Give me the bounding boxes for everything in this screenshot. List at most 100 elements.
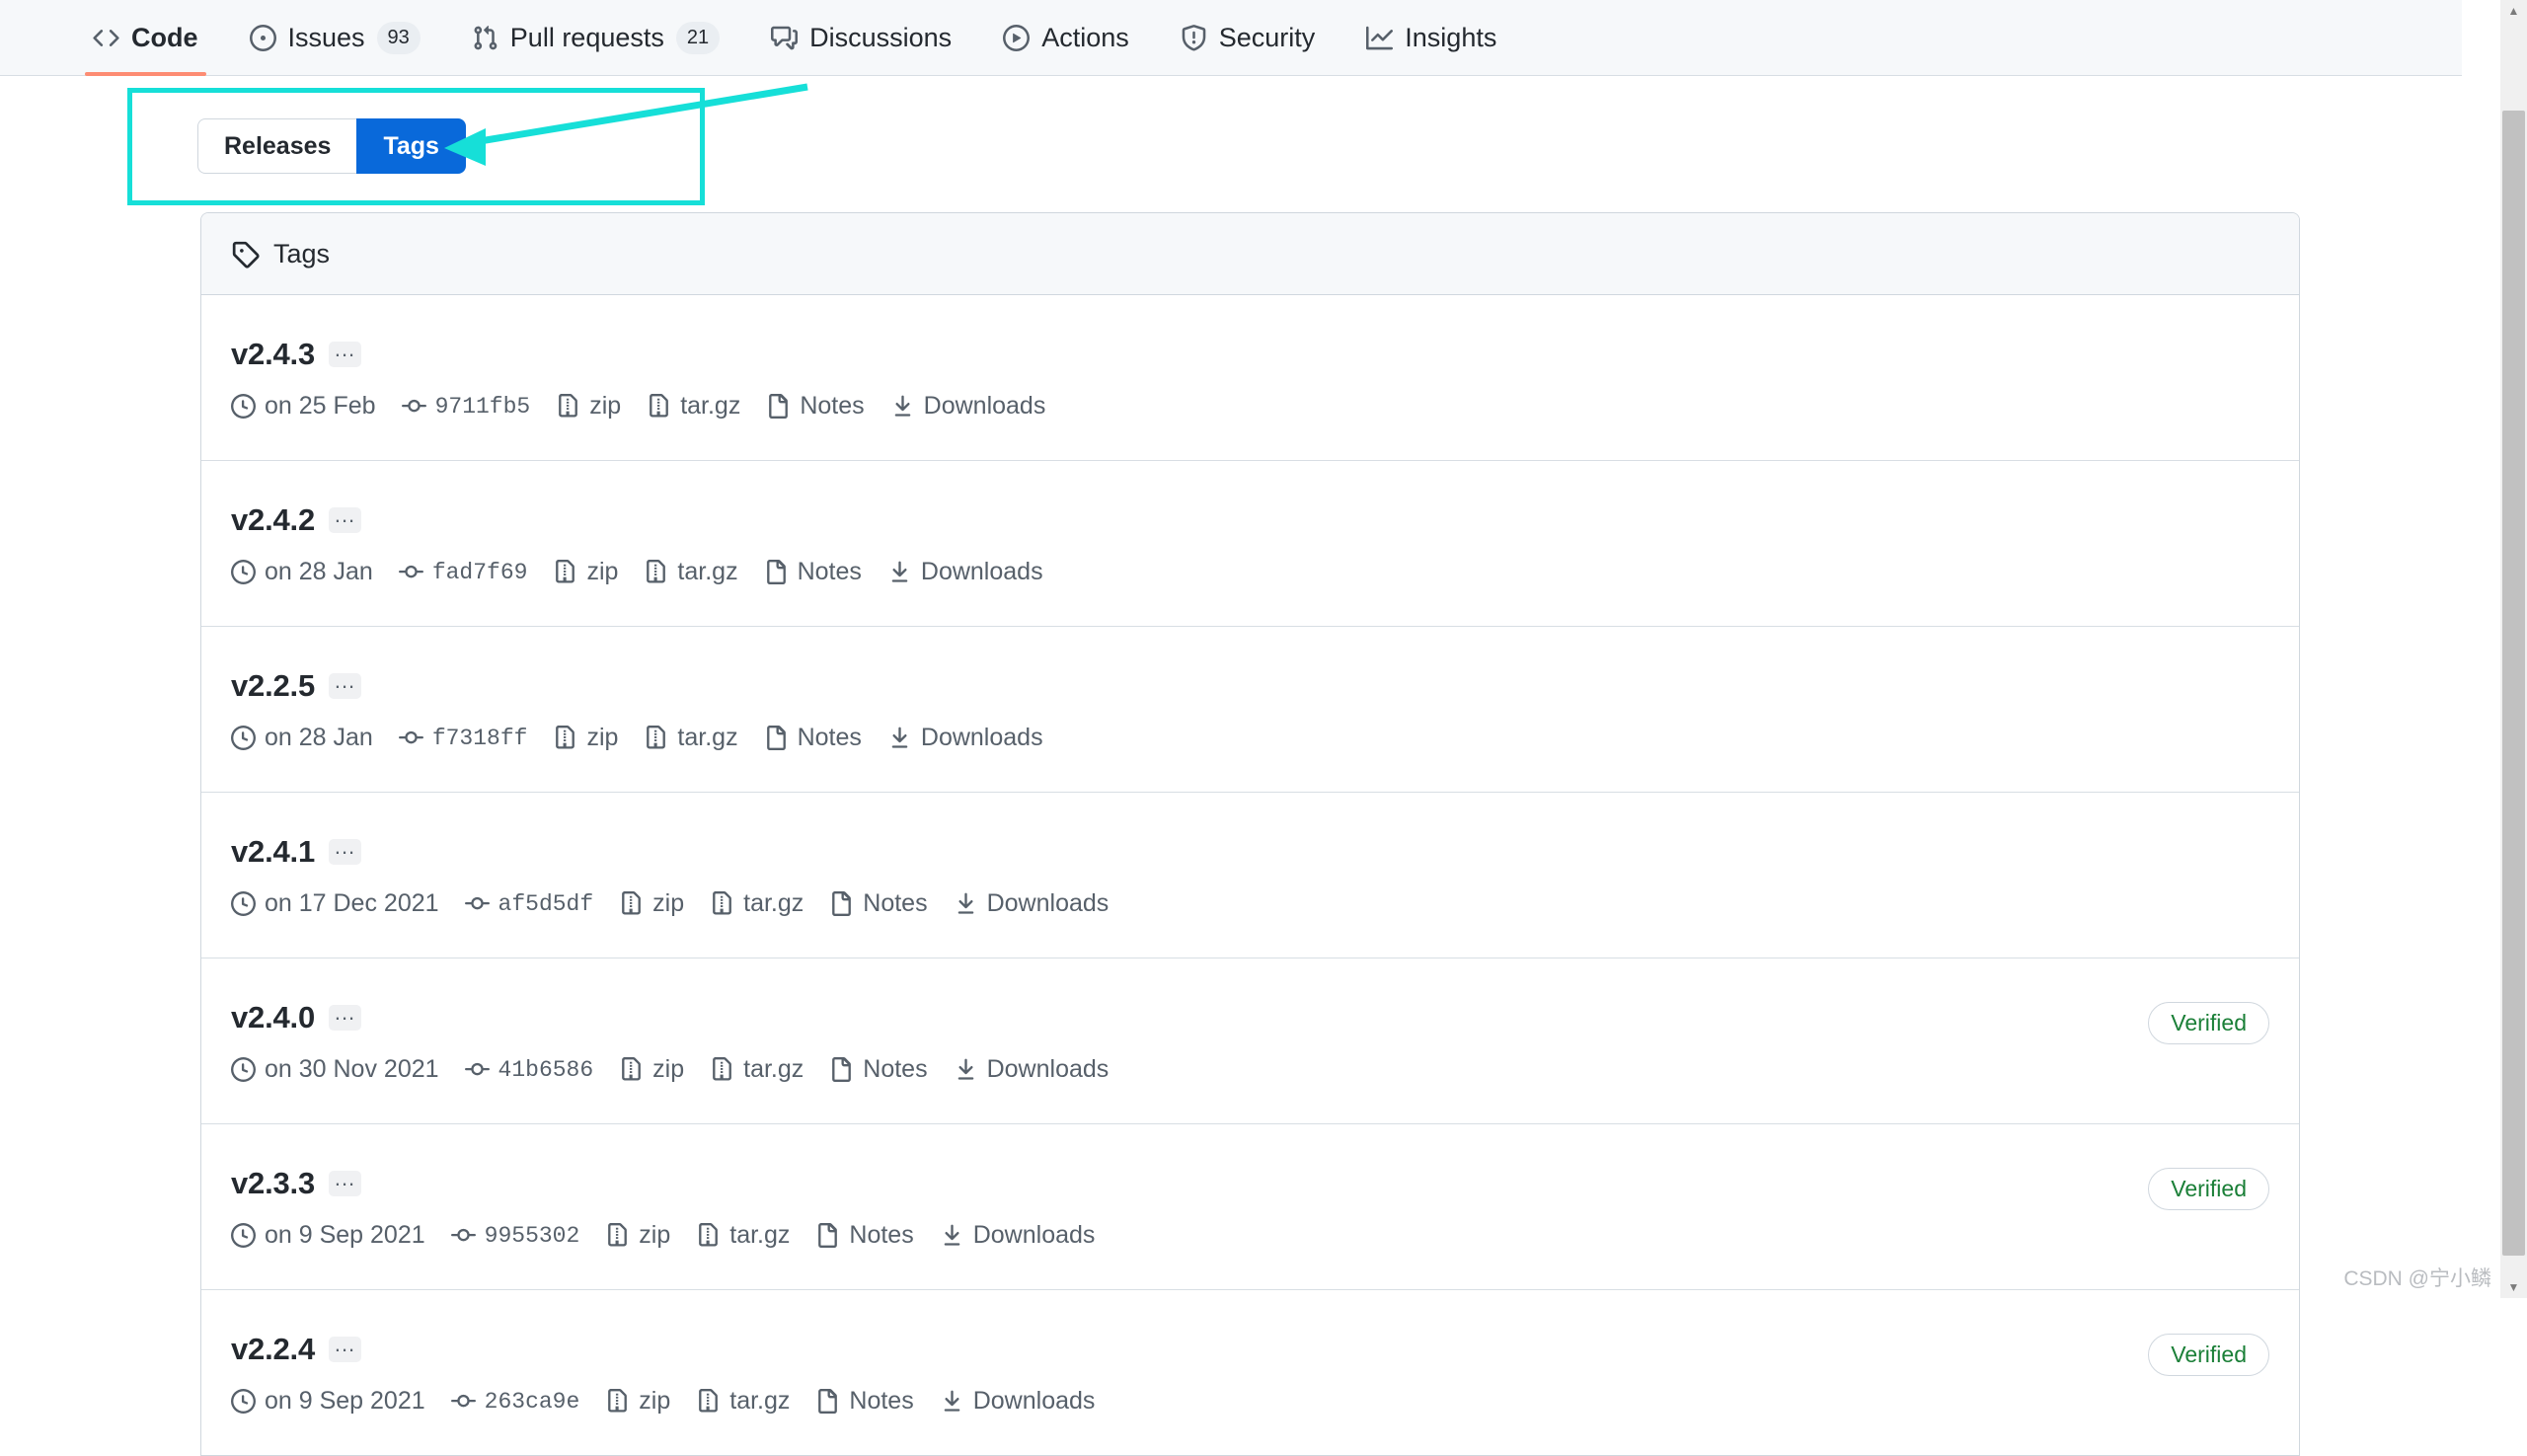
tag-name-link[interactable]: v2.3.3 (231, 1166, 315, 1201)
tag-meta-row: on 25 Feb 9711fb5 zip tar.gz Notes Downloads (231, 392, 2269, 421)
file-targz-meta[interactable]: tar.gz (710, 1055, 804, 1084)
notes-file-meta[interactable]: Notes (815, 1221, 913, 1250)
kebab-menu-icon[interactable]: ... (329, 839, 361, 865)
clock-icon (231, 891, 256, 916)
download-meta[interactable]: Downloads (887, 558, 1043, 586)
tag-name-link[interactable]: v2.4.1 (231, 834, 315, 870)
tag-date: on 17 Dec 2021 (231, 889, 439, 918)
file-targz-icon (710, 1057, 734, 1082)
meta-label: Downloads (924, 392, 1046, 421)
tag-meta-row: on 28 Jan fad7f69 zip tar.gz Notes Downloads (231, 558, 2269, 586)
nav-item-actions[interactable]: Actions (977, 0, 1155, 76)
notes-file-meta[interactable]: Notes (815, 1387, 913, 1416)
file-targz-meta[interactable]: tar.gz (710, 889, 804, 918)
meta-label: Downloads (973, 1221, 1096, 1250)
file-zip-meta[interactable]: zip (619, 889, 684, 918)
tag-commit[interactable]: 9955302 (451, 1223, 580, 1249)
file-zip-icon (553, 560, 577, 584)
kebab-menu-icon[interactable]: ... (329, 342, 361, 367)
meta-label: tar.gz (729, 1387, 790, 1416)
download-icon (887, 560, 912, 584)
kebab-menu-icon[interactable]: ... (329, 1171, 361, 1196)
kebab-menu-icon[interactable]: ... (329, 673, 361, 699)
nav-item-security[interactable]: Security (1155, 0, 1341, 76)
tag-date-label: on 30 Nov 2021 (265, 1055, 439, 1084)
file-targz-meta[interactable]: tar.gz (696, 1387, 790, 1416)
kebab-menu-icon[interactable]: ... (329, 1337, 361, 1362)
tab-releases[interactable]: Releases (197, 118, 356, 174)
download-meta[interactable]: Downloads (954, 889, 1110, 918)
scrollbar-up-arrow-icon[interactable]: ▲ (2500, 0, 2527, 22)
status-badge-verified[interactable]: Verified (2148, 1334, 2269, 1376)
tag-commit[interactable]: f7318ff (399, 726, 528, 751)
status-badge-verified[interactable]: Verified (2148, 1168, 2269, 1210)
meta-label: zip (589, 392, 621, 421)
file-zip-icon (556, 394, 580, 419)
tag-commit[interactable]: 41b6586 (465, 1057, 594, 1083)
scrollbar-down-arrow-icon[interactable]: ▼ (2500, 1276, 2527, 1298)
download-icon (954, 1057, 978, 1082)
graph-icon (1366, 25, 1393, 51)
file-zip-meta[interactable]: zip (605, 1221, 670, 1250)
notes-file-meta[interactable]: Notes (829, 1055, 927, 1084)
file-zip-meta[interactable]: zip (619, 1055, 684, 1084)
tag-commit[interactable]: 9711fb5 (402, 394, 531, 420)
commit-sha: f7318ff (432, 726, 528, 751)
download-meta[interactable]: Downloads (890, 392, 1046, 421)
notes-file-meta[interactable]: Notes (764, 724, 862, 752)
tag-meta-row: on 9 Sep 2021263ca9eziptar.gzNotesDownlo… (231, 1387, 2269, 1416)
file-zip-meta[interactable]: zip (553, 724, 618, 752)
notes-file-meta[interactable]: Notes (764, 558, 862, 586)
download-meta[interactable]: Downloads (954, 1055, 1110, 1084)
tag-row: v2.4.2... on 28 Jan fad7f69 zip tar.gz Notes D… (201, 461, 2299, 627)
file-zip-meta[interactable]: zip (556, 392, 621, 421)
meta-label: zip (652, 1055, 684, 1084)
file-targz-meta[interactable]: tar.gz (647, 392, 740, 421)
meta-label: Notes (849, 1221, 913, 1250)
download-meta[interactable]: Downloads (887, 724, 1043, 752)
nav-item-code[interactable]: Code (67, 0, 224, 76)
tag-commit[interactable]: fad7f69 (399, 560, 528, 585)
notes-file-meta[interactable]: Notes (829, 889, 927, 918)
notes-file-icon (766, 394, 791, 419)
file-zip-meta[interactable]: zip (605, 1387, 670, 1416)
clock-icon (231, 560, 256, 584)
nav-item-discussions[interactable]: Discussions (745, 0, 977, 76)
tag-name-link[interactable]: v2.4.2 (231, 502, 315, 538)
page-scrollbar[interactable]: ▲ ▼ (2500, 0, 2527, 1298)
tag-row: v2.2.5... on 28 Jan f7318ff zip tar.gz Notes D… (201, 627, 2299, 793)
scrollbar-thumb[interactable] (2502, 111, 2525, 1256)
tag-date-label: on 28 Jan (265, 558, 373, 586)
nav-item-insights[interactable]: Insights (1340, 0, 1522, 76)
file-zip-icon (619, 1057, 644, 1082)
tag-name-link[interactable]: v2.4.3 (231, 337, 315, 372)
file-zip-meta[interactable]: zip (553, 558, 618, 586)
notes-file-meta[interactable]: Notes (766, 392, 864, 421)
tab-tags[interactable]: Tags (356, 118, 466, 174)
meta-label: Downloads (973, 1387, 1096, 1416)
meta-label: zip (586, 724, 618, 752)
tag-date-label: on 9 Sep 2021 (265, 1221, 425, 1250)
nav-item-issues[interactable]: Issues93 (224, 0, 446, 76)
tag-commit[interactable]: 263ca9e (451, 1389, 580, 1415)
tag-title-line: v2.2.4... (231, 1332, 2269, 1367)
file-targz-meta[interactable]: tar.gz (696, 1221, 790, 1250)
status-badge-verified[interactable]: Verified (2148, 1002, 2269, 1044)
download-meta[interactable]: Downloads (940, 1387, 1096, 1416)
kebab-menu-icon[interactable]: ... (329, 1005, 361, 1031)
tag-name-link[interactable]: v2.2.4 (231, 1332, 315, 1367)
commit-sha: 263ca9e (485, 1389, 580, 1415)
tag-name-link[interactable]: v2.2.5 (231, 668, 315, 704)
tag-date: on 9 Sep 2021 (231, 1221, 425, 1250)
file-zip-icon (605, 1223, 630, 1248)
download-meta[interactable]: Downloads (940, 1221, 1096, 1250)
kebab-menu-icon[interactable]: ... (329, 507, 361, 533)
tag-commit[interactable]: af5d5df (465, 891, 594, 917)
file-targz-meta[interactable]: tar.gz (644, 724, 737, 752)
file-targz-meta[interactable]: tar.gz (644, 558, 737, 586)
tag-date-label: on 28 Jan (265, 724, 373, 752)
tag-date: on 25 Feb (231, 392, 376, 421)
nav-item-pull-requests[interactable]: Pull requests21 (446, 0, 745, 76)
tag-name-link[interactable]: v2.4.0 (231, 1000, 315, 1035)
tag-title-line: v2.3.3... (231, 1166, 2269, 1201)
